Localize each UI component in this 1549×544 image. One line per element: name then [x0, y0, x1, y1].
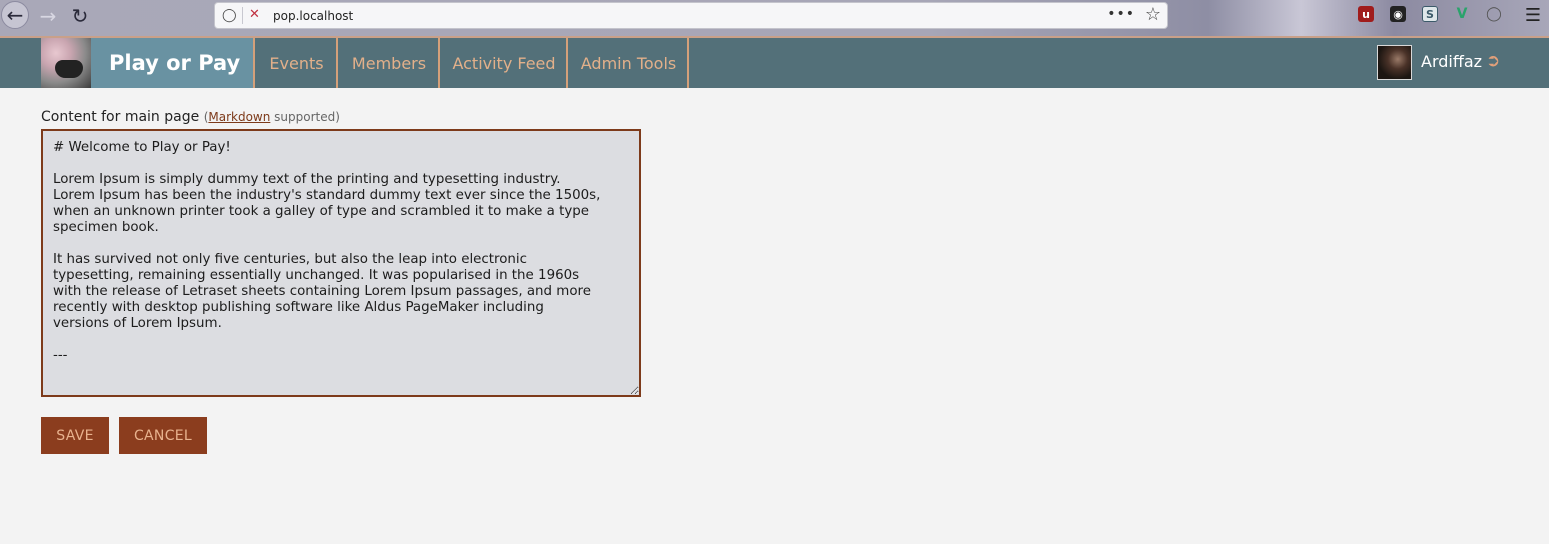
- tracking-shield-icon[interactable]: ◯: [222, 8, 237, 23]
- arrow-right-icon[interactable]: →: [33, 2, 63, 30]
- nav-item-activity-feed[interactable]: Activity Feed: [438, 38, 568, 88]
- avatar[interactable]: [1377, 45, 1412, 80]
- nav-item-admin-tools[interactable]: Admin Tools: [566, 38, 689, 88]
- reload-icon[interactable]: ↻: [65, 2, 95, 30]
- gamepad-logo-icon[interactable]: [41, 38, 91, 88]
- content-field-label: Content for main page (Markdown supporte…: [41, 109, 340, 125]
- insecure-lock-icon[interactable]: ✕: [249, 7, 260, 22]
- user-name[interactable]: Ardiffaz: [1421, 52, 1482, 71]
- account-icon[interactable]: ◯: [1486, 6, 1502, 22]
- url-text[interactable]: pop.localhost: [273, 9, 353, 23]
- ghostery-icon[interactable]: ◉: [1390, 6, 1406, 22]
- app-navbar: Play or Pay Events Members Activity Feed…: [0, 38, 1549, 88]
- logout-icon[interactable]: ➲: [1486, 51, 1500, 71]
- browser-toolbar: ← → ↻ ◯ ✕ pop.localhost ••• ☆ u ◉ S V ◯ …: [0, 0, 1549, 38]
- ublock-icon[interactable]: u: [1358, 6, 1374, 22]
- content-label-text: Content for main page: [41, 109, 200, 125]
- vue-devtools-icon[interactable]: V: [1454, 6, 1470, 22]
- arrow-left-icon[interactable]: ←: [1, 1, 29, 29]
- brand-title[interactable]: Play or Pay: [91, 38, 253, 88]
- stylus-icon[interactable]: S: [1422, 6, 1438, 22]
- hamburger-menu-icon[interactable]: ☰: [1525, 5, 1541, 26]
- cancel-button[interactable]: CANCEL: [119, 417, 207, 454]
- nav-divider: [687, 38, 689, 88]
- markdown-link[interactable]: Markdown: [208, 110, 270, 124]
- address-bar[interactable]: ◯ ✕ pop.localhost ••• ☆: [214, 2, 1168, 29]
- main-page-content-editor[interactable]: # Welcome to Play or Pay! Lorem Ipsum is…: [41, 129, 641, 397]
- page-actions-icon[interactable]: •••: [1107, 6, 1135, 22]
- url-divider: [242, 7, 243, 24]
- bookmark-star-icon[interactable]: ☆: [1145, 4, 1161, 25]
- save-button[interactable]: SAVE: [41, 417, 109, 454]
- markdown-hint: (Markdown supported): [203, 110, 340, 124]
- nav-item-events[interactable]: Events: [253, 38, 338, 88]
- nav-item-members[interactable]: Members: [336, 38, 440, 88]
